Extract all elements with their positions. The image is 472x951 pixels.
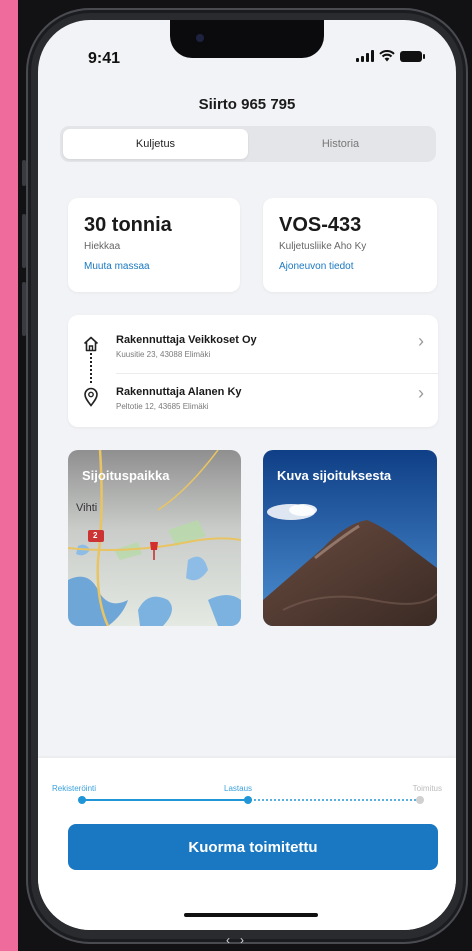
step-label-registration: Rekisteröinti: [52, 784, 97, 793]
page-title: Siirto 965 795: [198, 96, 296, 113]
camera: [196, 34, 204, 42]
map-place-name: Vihti: [76, 502, 98, 514]
home-icon: [83, 336, 99, 352]
phone-screen: 9:41 Siirto 965 795 Kuljetus Historia 30…: [38, 20, 456, 930]
progress-track: [78, 796, 424, 804]
route-destination-row[interactable]: Rakennuttaja Alanen Ky Peltotie 12, 4368…: [68, 373, 438, 427]
vehicle-details-link[interactable]: Ajoneuvon tiedot: [279, 261, 421, 272]
battery-icon: [400, 50, 425, 62]
mute-switch: [22, 160, 26, 186]
step-label-delivery: Toimitus: [412, 784, 442, 793]
route-origin-row[interactable]: Rakennuttaja Veikkoset Oy Kuusitie 23, 4…: [68, 315, 438, 369]
map-card-label: Sijoituspaikka: [82, 468, 170, 483]
route-origin-name: Rakennuttaja Veikkoset Oy: [116, 334, 257, 346]
change-mass-link[interactable]: Muuta massaa: [84, 261, 224, 272]
map-card[interactable]: 2 Vihti Sijoituspaikka: [68, 450, 241, 626]
route-destination-address: Peltotie 12, 43685 Elimäki: [116, 402, 209, 411]
route-origin-address: Kuusitie 23, 43088 Elimäki: [116, 350, 211, 359]
route-destination-name: Rakennuttaja Alanen Ky: [116, 386, 242, 398]
bottom-panel: Rekisteröinti Lastaus Toimitus Kuorma to…: [38, 758, 456, 930]
vehicle-plate: VOS-433: [279, 214, 362, 236]
tab-kuljetus[interactable]: Kuljetus: [63, 129, 248, 159]
route-card: Rakennuttaja Veikkoset Oy Kuusitie 23, 4…: [68, 315, 438, 427]
signal-icon: [356, 50, 374, 62]
chevron-right-icon: ›: [418, 383, 424, 403]
home-indicator[interactable]: [184, 913, 318, 917]
notch: [170, 20, 324, 58]
chevron-right-icon: ›: [418, 331, 424, 351]
segmented-control: Kuljetus Historia: [60, 126, 436, 162]
status-time: 9:41: [88, 50, 121, 67]
load-delivered-button[interactable]: Kuorma toimitettu: [68, 824, 438, 870]
load-card: 30 tonnia Hiekkaa Muuta massaa: [68, 198, 240, 292]
map-road-number: 2: [93, 531, 98, 540]
photo-card-label: Kuva sijoituksesta: [277, 468, 392, 483]
vehicle-card: VOS-433 Kuljetusliike Aho Ky Ajoneuvon t…: [263, 198, 437, 292]
photo-card[interactable]: Kuva sijoituksesta: [263, 450, 437, 626]
volume-up-button: [22, 214, 26, 268]
tab-historia[interactable]: Historia: [248, 129, 433, 159]
load-material: Hiekkaa: [84, 241, 121, 252]
carousel-arrows[interactable]: ‹›: [226, 933, 254, 947]
location-pin-icon: [84, 387, 98, 407]
wifi-icon: [379, 50, 395, 62]
vehicle-company: Kuljetusliike Aho Ky: [279, 241, 367, 252]
load-amount: 30 tonnia: [84, 214, 172, 236]
status-icons: [356, 50, 425, 62]
step-label-loading: Lastaus: [224, 784, 253, 793]
volume-down-button: [22, 282, 26, 336]
